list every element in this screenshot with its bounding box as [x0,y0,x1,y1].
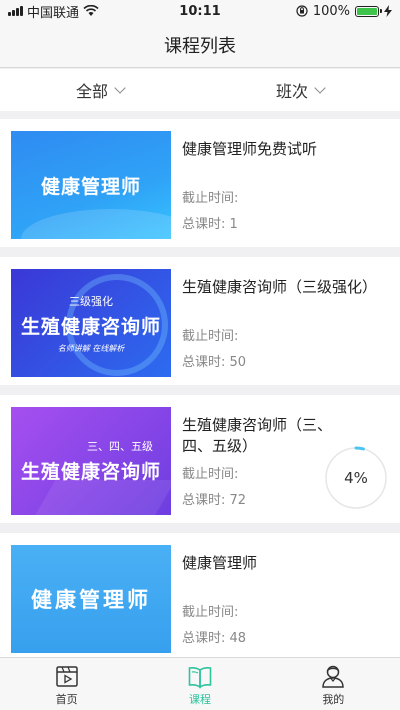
page-title: 课程列表 [164,35,236,57]
course-card[interactable]: 健康管理师 健康管理师免费试听 截止时间: 总课时: 1 [0,119,400,247]
course-deadline: 截止时间: [182,605,239,620]
course-deadline: 截止时间: [182,467,239,482]
signal-icon [8,6,23,16]
carrier-label: 中国联通 [27,5,80,21]
course-title: 健康管理师免费试听 [182,140,318,158]
course-deadline: 截止时间: [182,191,239,206]
course-card[interactable]: 三、四、五级 生殖健康咨询师 生殖健康咨询师（三、四、五级） 截止时间: 总课时… [0,395,400,523]
tab-profile[interactable]: 我的 [267,658,400,710]
course-thumbnail: 三级强化 生殖健康咨询师 名师讲解 在线解析 [11,269,171,377]
video-icon [55,665,78,687]
orientation-lock-icon [296,5,308,17]
course-thumbnail: 健康管理师 [11,131,171,239]
thumbnail-tag: 三级强化 [69,294,113,308]
battery-percent: 100% [312,3,350,19]
profile-icon [322,665,345,688]
course-card[interactable]: 三级强化 生殖健康咨询师 名师讲解 在线解析 生殖健康咨询师（三级强化） 截止时… [0,257,400,385]
filter-all-label: 全部 [75,82,108,101]
thumbnail-subtitle: 名师讲解 在线解析 [57,343,125,353]
course-deadline: 截止时间: [182,329,239,344]
book-icon [188,666,212,688]
tab-label: 我的 [322,692,345,706]
navigation-bar: 课程列表 [0,22,400,68]
tab-courses[interactable]: 课程 [133,658,266,710]
course-title: 健康管理师 [182,554,258,572]
course-total-hours: 总课时: 1 [182,217,238,232]
progress-ring: 4% [324,446,388,510]
course-total-hours: 总课时: 48 [182,631,247,646]
chevron-down-icon [314,82,326,94]
chevron-down-icon [114,82,126,94]
thumbnail-title: 健康管理师 [31,588,151,612]
filter-class-label: 班次 [275,82,308,101]
course-card[interactable]: 健康管理师 健康管理师 截止时间: 总课时: 48 [0,533,400,657]
thumbnail-title: 生殖健康咨询师 [20,461,161,483]
filter-all-dropdown[interactable]: 全部 [0,69,200,111]
thumbnail-title: 生殖健康咨询师 [20,315,161,338]
battery-icon [355,5,382,17]
status-bar: 中国联通 10:11 100% [0,0,400,22]
thumbnail-tag: 三、四、五级 [87,440,153,453]
course-thumbnail: 三、四、五级 生殖健康咨询师 [11,407,171,515]
course-thumbnail: 健康管理师 [11,545,171,653]
course-list: 健康管理师 健康管理师免费试听 截止时间: 总课时: 1 三级强化 生殖健康咨询… [0,119,400,657]
course-total-hours: 总课时: 72 [182,493,247,508]
filter-class-dropdown[interactable]: 班次 [200,69,400,111]
course-total-hours: 总课时: 50 [182,355,247,370]
thumbnail-title: 健康管理师 [40,175,141,198]
tab-home[interactable]: 首页 [0,658,133,710]
tab-label: 课程 [188,692,211,706]
progress-percent: 4% [344,469,368,487]
charging-icon [384,5,392,17]
filter-bar: 全部 班次 [0,69,400,111]
course-title: 生殖健康咨询师（三级强化） [182,278,378,296]
wifi-icon [83,5,99,16]
tab-label: 首页 [55,692,78,706]
tab-bar: 首页 课程 我的 [0,657,400,710]
